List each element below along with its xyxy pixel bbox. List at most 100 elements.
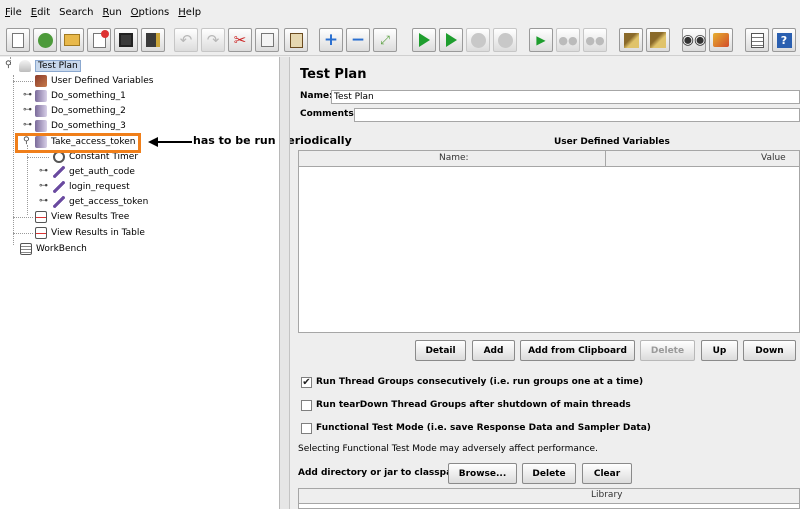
detail-button[interactable]: Detail	[415, 340, 466, 361]
tree-node-label: View Results Tree	[51, 212, 130, 222]
sampler-pipette-icon	[53, 166, 65, 178]
run-consecutively-label: Run Thread Groups consecutively (i.e. ru…	[316, 377, 644, 387]
function-helper-icon	[750, 32, 764, 48]
expander[interactable]: ⊶	[39, 167, 48, 176]
toggle-button[interactable]: ⤢	[373, 28, 397, 52]
comments-field[interactable]	[354, 108, 800, 122]
tree-node-user-defined-variables[interactable]: User Defined Variables	[35, 74, 153, 88]
tree-node-get-auth-code[interactable]: get_auth_code	[53, 165, 135, 179]
help-button[interactable]: ?	[772, 28, 796, 52]
tree-node-view-results-in-table[interactable]: View Results in Table	[35, 226, 145, 240]
menu-edit[interactable]: Edit	[31, 7, 50, 18]
help-icon: ?	[776, 32, 792, 48]
templates-button[interactable]	[33, 28, 57, 52]
annotation-arrow	[148, 137, 192, 147]
menu-search[interactable]: Search	[59, 7, 93, 18]
udv-table[interactable]: Name: Value	[298, 150, 800, 333]
checkbox-functional-test-mode[interactable]	[301, 423, 312, 434]
add-from-clipboard-button[interactable]: Add from Clipboard	[520, 340, 635, 361]
tree-node-label: WorkBench	[36, 244, 87, 254]
tree-line	[27, 157, 49, 158]
browse-button[interactable]: Browse...	[448, 463, 517, 484]
expander[interactable]: ⊶	[23, 106, 32, 115]
menu-help[interactable]: Help	[178, 7, 201, 18]
column-header-value[interactable]: Value	[761, 153, 786, 163]
down-button[interactable]: Down	[743, 340, 796, 361]
expand-button[interactable]: +	[319, 28, 343, 52]
library-table[interactable]: Library	[298, 488, 800, 509]
collapse-button[interactable]: −	[346, 28, 370, 52]
name-field[interactable]: Test Plan	[331, 90, 800, 104]
close-icon	[92, 29, 109, 48]
tree-node-label: Test Plan	[35, 60, 81, 72]
save-as-icon	[146, 33, 160, 47]
new-button[interactable]	[6, 28, 30, 52]
search-button[interactable]: ◉◉	[682, 28, 706, 52]
up-button[interactable]: Up	[701, 340, 738, 361]
expander[interactable]: ⚲	[5, 61, 12, 70]
open-button[interactable]	[60, 28, 84, 52]
collapse-icon: −	[350, 29, 366, 50]
classpath-delete-button[interactable]: Delete	[522, 463, 576, 484]
shutdown-button[interactable]	[493, 28, 517, 52]
function-helper-button[interactable]	[745, 28, 769, 52]
remote-shutdown-button[interactable]: ●●	[583, 28, 607, 52]
expander[interactable]: ⊶	[39, 197, 48, 206]
column-header-name[interactable]: Name:	[439, 153, 469, 163]
cut-button[interactable]: ✂	[228, 28, 252, 52]
split-pane-divider[interactable]	[280, 57, 290, 509]
tree-node-label: login_request	[69, 182, 130, 192]
copy-button[interactable]	[255, 28, 279, 52]
tree-node-view-results-tree[interactable]: View Results Tree	[35, 210, 129, 224]
remote-shutdown-icon: ●●	[585, 33, 605, 47]
paste-button[interactable]	[284, 28, 308, 52]
tree-line	[27, 145, 28, 215]
expander[interactable]: ⊶	[23, 121, 32, 130]
tree-node-login-request[interactable]: login_request	[53, 180, 130, 194]
save-icon	[119, 33, 133, 47]
tree-line	[13, 233, 33, 234]
annotation-highlight-box	[15, 133, 141, 153]
clear-all-button[interactable]	[646, 28, 670, 52]
tree-node-get-access-token[interactable]: get_access_token	[53, 195, 148, 209]
close-button[interactable]	[87, 28, 111, 52]
variables-icon	[35, 75, 47, 87]
clear-icon	[623, 32, 639, 48]
stop-button[interactable]	[466, 28, 490, 52]
templates-icon	[37, 32, 53, 48]
tree-node-workbench[interactable]: WorkBench	[20, 242, 87, 256]
save-button[interactable]	[114, 28, 138, 52]
redo-icon: ↷	[206, 30, 220, 49]
menu-run[interactable]: Run	[102, 7, 121, 18]
functional-test-mode-label: Functional Test Mode (i.e. save Response…	[316, 423, 651, 433]
start-no-pause-button[interactable]	[439, 28, 463, 52]
thread-group-icon	[35, 120, 47, 132]
tree-node-do-something-3[interactable]: Do_something_3	[35, 119, 126, 133]
expander[interactable]: ⊶	[23, 91, 32, 100]
test-plan-tree: ⚲ Test Plan User Defined Variables ⊶ Do_…	[0, 57, 280, 509]
clear-button[interactable]	[619, 28, 643, 52]
menu-bar: File Edit Search Run Options Help	[0, 0, 800, 24]
redo-button[interactable]: ↷	[201, 28, 225, 52]
checkbox-run-consecutively[interactable]: ✔	[301, 377, 312, 388]
add-button[interactable]: Add	[472, 340, 515, 361]
clear-button[interactable]: Clear	[582, 463, 632, 484]
remote-stop-button[interactable]: ●●	[556, 28, 580, 52]
tree-node-do-something-1[interactable]: Do_something_1	[35, 89, 126, 103]
toggle-icon: ⤢	[380, 33, 390, 47]
menu-options[interactable]: Options	[131, 7, 170, 18]
tree-node-do-something-2[interactable]: Do_something_2	[35, 104, 126, 118]
tree-node-label: User Defined Variables	[51, 76, 154, 86]
column-header-library[interactable]: Library	[591, 490, 622, 500]
column-divider	[605, 151, 606, 167]
save-as-button[interactable]	[141, 28, 165, 52]
tree-node-test-plan[interactable]: Test Plan	[19, 59, 81, 73]
expander[interactable]: ⊶	[39, 182, 48, 191]
start-button[interactable]	[412, 28, 436, 52]
remote-start-button[interactable]: ▶	[529, 28, 553, 52]
delete-button[interactable]: Delete	[640, 340, 695, 361]
checkbox-run-teardown[interactable]	[301, 400, 312, 411]
reset-search-button[interactable]	[709, 28, 733, 52]
menu-file[interactable]: File	[5, 7, 22, 18]
undo-button[interactable]: ↶	[174, 28, 198, 52]
